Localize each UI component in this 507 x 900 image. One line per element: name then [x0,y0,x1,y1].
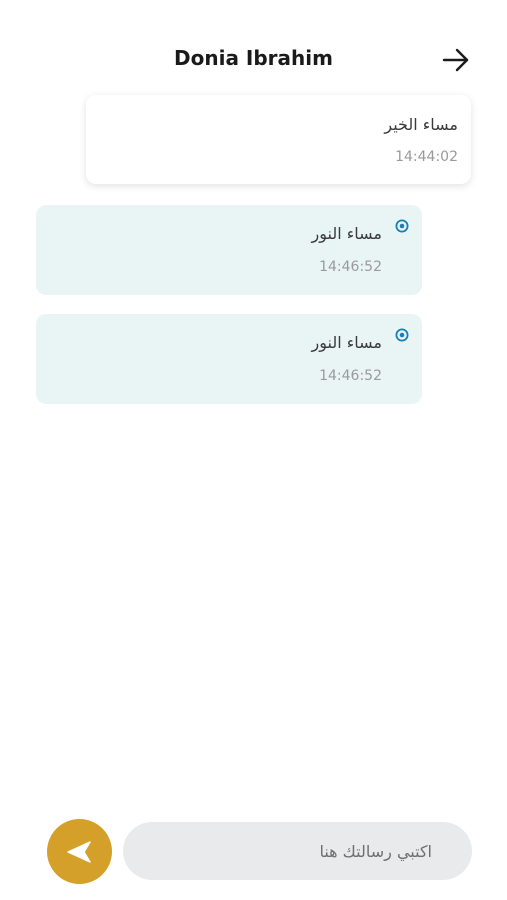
contact-name: Donia Ibrahim [174,46,333,70]
message-time: 14:46:52 [319,259,382,275]
message-text: مساء النور [311,224,382,243]
message-bubble-sent: مساء الخير 14:44:02 [86,95,471,184]
message-composer [0,816,507,886]
back-button[interactable] [440,45,472,75]
send-icon [67,841,91,863]
message-bubble-received: مساء النور 14:46:52 [36,314,422,404]
message-time: 14:46:52 [319,368,382,384]
message-input[interactable] [123,822,472,880]
chat-header: Donia Ibrahim [0,36,507,84]
message-text: مساء النور [311,333,382,352]
chat-screen: Donia Ibrahim مساء الخير 14:44:02 مساء ا… [0,0,507,900]
read-indicator-icon [395,328,409,342]
read-indicator-icon [395,219,409,233]
message-text: مساء الخير [384,115,458,134]
message-time: 14:44:02 [395,149,458,165]
message-bubble-received: مساء النور 14:46:52 [36,205,422,295]
send-button[interactable] [47,819,112,884]
arrow-right-icon [442,48,469,72]
